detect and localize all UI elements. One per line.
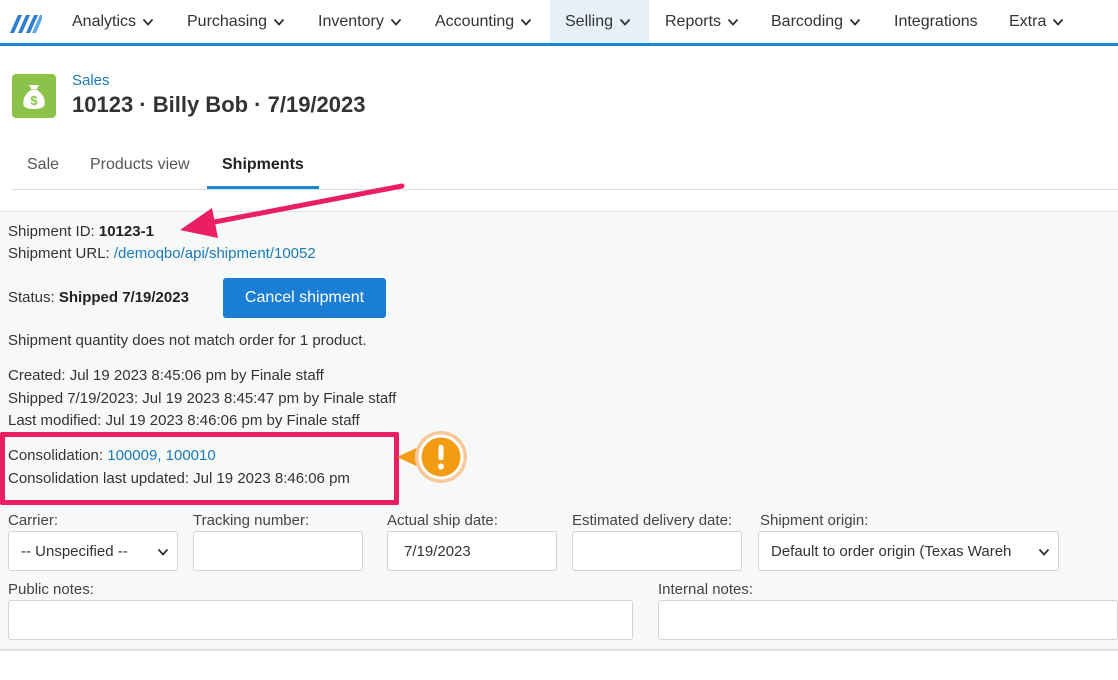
status-label: Status:: [8, 289, 59, 306]
chevron-down-icon: [727, 18, 739, 26]
nav-extra[interactable]: Extra: [1009, 0, 1064, 43]
sales-money-bag-icon: $: [12, 74, 56, 118]
shipment-url-link[interactable]: /demoqbo/api/shipment/10052: [114, 245, 316, 262]
carrier-select-value: -- Unspecified --: [21, 542, 128, 560]
app-logo-icon[interactable]: [10, 11, 42, 33]
chevron-down-icon: [1038, 548, 1050, 556]
pointer-arrow-icon: [180, 183, 405, 238]
shipment-id-label: Shipment ID:: [8, 223, 99, 240]
consolidation-highlight-box: [0, 432, 399, 505]
shipment-id-line: Shipment ID: 10123-1: [8, 223, 154, 240]
internal-notes-input[interactable]: [658, 600, 1118, 640]
tab-shipments[interactable]: Shipments: [222, 156, 304, 174]
nav-label: Barcoding: [771, 12, 844, 30]
status-value: Shipped 7/19/2023: [58, 289, 189, 306]
chevron-down-icon: [273, 18, 285, 26]
chevron-down-icon: [157, 548, 169, 556]
nav-integrations[interactable]: Integrations: [894, 0, 978, 43]
internal-notes-label: Internal notes:: [658, 581, 754, 598]
nav-barcoding[interactable]: Barcoding: [771, 0, 861, 43]
nav-label: Extra: [1009, 12, 1047, 30]
top-navbar: Analytics Purchasing Inventory Accountin…: [0, 0, 1118, 46]
created-info: Created: Jul 19 2023 8:45:06 pm by Final…: [8, 367, 324, 384]
nav-accounting[interactable]: Accounting: [435, 0, 532, 43]
cancel-shipment-button[interactable]: Cancel shipment: [223, 278, 386, 318]
origin-label: Shipment origin:: [760, 512, 869, 529]
nav-label: Selling: [565, 12, 614, 30]
chevron-down-icon: [1053, 18, 1064, 26]
nav-label: Inventory: [318, 12, 384, 30]
nav-label: Analytics: [72, 12, 137, 30]
chevron-down-icon: [521, 18, 532, 26]
chevron-down-icon: [849, 18, 861, 26]
carrier-label: Carrier:: [8, 512, 59, 529]
carrier-select[interactable]: -- Unspecified --: [8, 531, 178, 571]
chevron-down-icon: [390, 18, 401, 26]
quantity-warning: Shipment quantity does not match order f…: [8, 332, 367, 349]
shipment-id-value: 10123-1: [98, 223, 154, 240]
public-notes-input[interactable]: [8, 600, 633, 640]
tab-sale[interactable]: Sale: [27, 156, 59, 174]
shipment-origin-value: Default to order origin (Texas Wareh: [771, 542, 1012, 560]
shipment-url-line: Shipment URL: /demoqbo/api/shipment/1005…: [8, 245, 316, 262]
nav-inventory[interactable]: Inventory: [318, 0, 402, 43]
ship-date-label: Actual ship date:: [387, 512, 498, 529]
public-notes-label: Public notes:: [8, 581, 94, 598]
svg-text:$: $: [30, 93, 38, 108]
modified-info: Last modified: Jul 19 2023 8:46:06 pm by…: [8, 412, 360, 429]
shipment-origin-select[interactable]: Default to order origin (Texas Wareh: [758, 531, 1059, 571]
delivery-date-label: Estimated delivery date:: [572, 512, 733, 529]
tab-products-view[interactable]: Products view: [90, 156, 190, 174]
status-line: Status: Shipped 7/19/2023: [8, 289, 189, 306]
nav-reports[interactable]: Reports: [665, 0, 739, 43]
chevron-down-icon: [142, 18, 154, 26]
nav-selling[interactable]: Selling: [550, 0, 649, 43]
nav-analytics[interactable]: Analytics: [72, 0, 154, 43]
nav-label: Accounting: [435, 12, 515, 30]
actual-ship-date-input[interactable]: 7/19/2023: [387, 531, 557, 571]
nav-label: Purchasing: [187, 12, 268, 30]
shipment-url-label: Shipment URL:: [8, 245, 114, 262]
nav-label: Integrations: [894, 12, 978, 30]
shipped-info: Shipped 7/19/2023: Jul 19 2023 8:45:47 p…: [8, 390, 397, 407]
tracking-label: Tracking number:: [193, 512, 310, 529]
page-title: 10123 · Billy Bob · 7/19/2023: [72, 92, 366, 117]
breadcrumb-sales[interactable]: Sales: [72, 72, 110, 89]
nav-purchasing[interactable]: Purchasing: [187, 0, 285, 43]
tracking-number-input[interactable]: [193, 531, 363, 571]
exclamation-callout-icon: [397, 431, 467, 483]
shipment-panel: [0, 211, 1118, 651]
nav-label: Reports: [665, 12, 722, 30]
chevron-down-icon: [619, 18, 631, 26]
estimated-delivery-date-input[interactable]: [572, 531, 742, 571]
